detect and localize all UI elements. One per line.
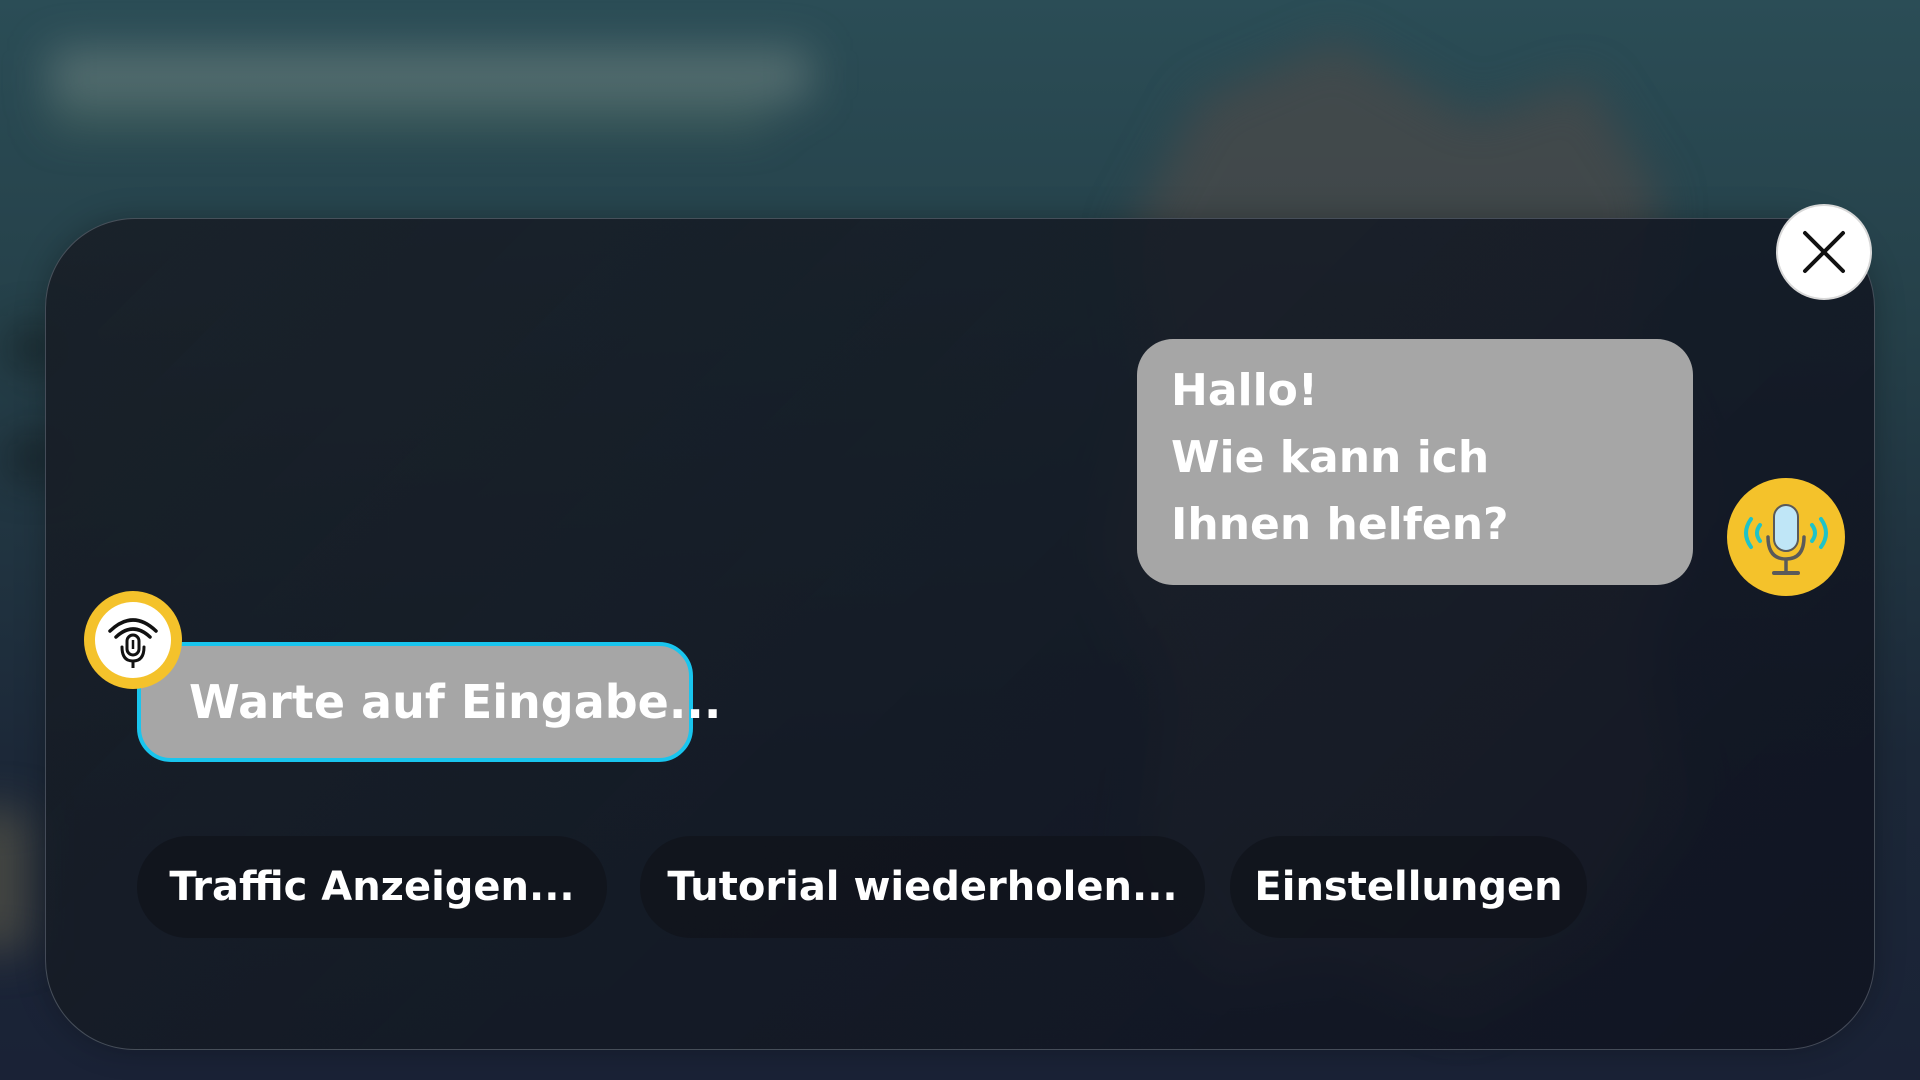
repeat-tutorial-button[interactable]: Tutorial wiederholen... <box>640 836 1205 938</box>
assistant-greeting-line: Ihnen helfen? <box>1171 499 1509 550</box>
background-title-blurred <box>50 50 810 100</box>
settings-label: Einstellungen <box>1254 864 1563 910</box>
assistant-greeting-line: Hallo! <box>1171 365 1318 416</box>
microphone-sound-icon <box>1744 504 1828 575</box>
user-status-text: Warte auf Eingabe... <box>189 675 722 729</box>
show-traffic-button[interactable]: Traffic Anzeigen... <box>137 836 607 938</box>
assistant-greeting-line: Wie kann ich <box>1171 432 1490 483</box>
close-button[interactable] <box>1776 204 1872 300</box>
repeat-tutorial-label: Tutorial wiederholen... <box>667 864 1178 910</box>
background-subtitle-blurred <box>50 110 770 128</box>
user-input-status: Warte auf Eingabe... <box>137 642 721 762</box>
settings-button[interactable]: Einstellungen <box>1230 836 1587 938</box>
background-left-strip <box>0 810 30 950</box>
user-avatar <box>84 591 182 689</box>
close-icon <box>1803 231 1845 273</box>
assistant-message-bubble: Hallo! Wie kann ich Ihnen helfen? <box>1137 339 1693 585</box>
show-traffic-label: Traffic Anzeigen... <box>169 864 575 910</box>
assistant-avatar <box>1727 478 1845 596</box>
microphone-listening-icon <box>108 618 158 668</box>
